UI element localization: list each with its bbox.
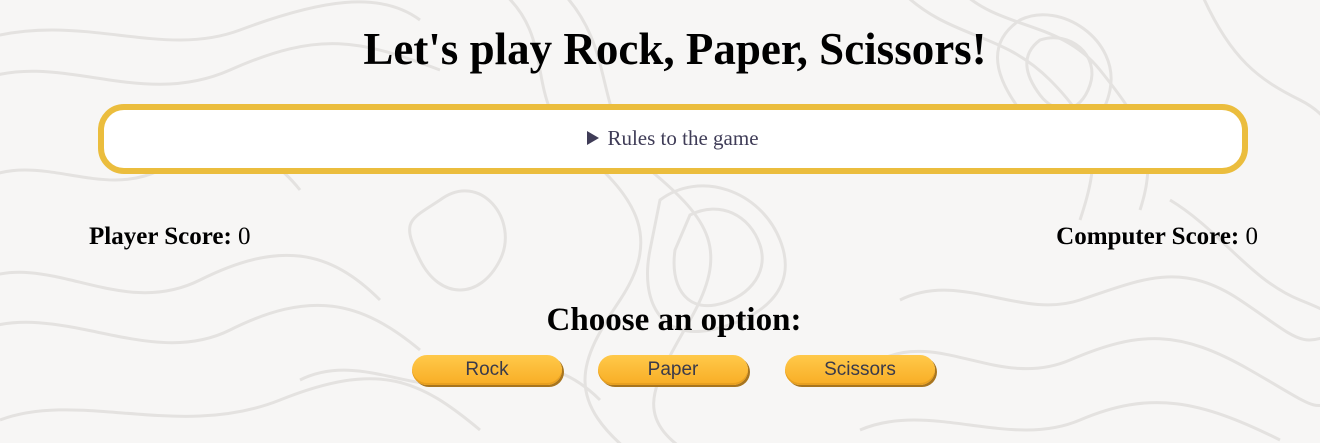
- player-score-value: 0: [238, 223, 251, 250]
- computer-score: Computer Score: 0: [1056, 222, 1258, 252]
- rules-summary[interactable]: Rules to the game: [587, 126, 759, 150]
- computer-score-value: 0: [1245, 223, 1259, 250]
- rules-summary-label: Rules to the game: [607, 126, 759, 150]
- paper-button[interactable]: Paper: [598, 355, 748, 385]
- rules-disclosure[interactable]: Rules to the game: [98, 104, 1248, 174]
- player-score-label: Player Score:: [89, 223, 232, 250]
- choose-option-heading: Choose an option:: [546, 302, 802, 338]
- game-container: Let's play Rock, Paper, Scissors! Rules …: [0, 0, 1320, 443]
- scissors-button[interactable]: Scissors: [785, 355, 935, 385]
- computer-score-label: Computer Score:: [1056, 223, 1240, 250]
- rock-button[interactable]: Rock: [412, 355, 562, 385]
- player-score: Player Score: 0: [89, 222, 251, 252]
- disclosure-triangle-icon: [587, 131, 600, 145]
- page-title: Let's play Rock, Paper, Scissors!: [363, 24, 987, 74]
